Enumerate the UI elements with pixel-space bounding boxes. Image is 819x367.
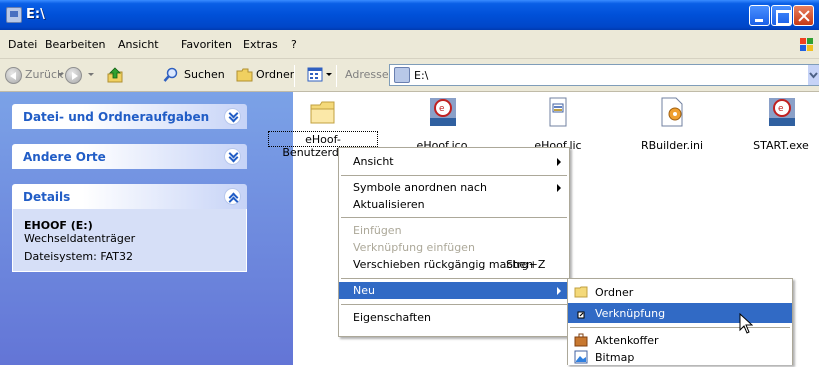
menu-item-shortcut: Strg+Z [506,258,546,271]
panel-title: Datei- und Ordneraufgaben [23,110,210,124]
menu-item-verknuepfung-einfuegen[interactable]: Verknüpfung einfügen [339,239,569,256]
mouse-cursor-icon [739,313,753,334]
folder-icon [310,101,335,124]
menu-item-einfuegen[interactable]: Einfügen [339,222,569,239]
drive-filesystem: Dateisystem: FAT32 [24,250,134,263]
drive-type: Wechseldatenträger [24,232,136,245]
file-item[interactable]: eHoof.lic [508,92,608,152]
menu-separator [341,217,567,218]
drive-icon[interactable] [6,7,22,23]
title-bar[interactable]: E:\ [0,0,819,30]
menu-separator [341,175,567,176]
submenu-arrow-icon [557,158,561,166]
back-dropdown-icon[interactable] [58,73,64,76]
file-item[interactable]: e eHoof.ico [392,92,492,152]
menu-bar: Datei Bearbeiten Ansicht Favoriten Extra… [0,30,819,59]
drive-name: EHOOF (E:) [24,219,93,232]
forward-arrow-icon[interactable] [65,67,82,84]
expand-chevron-icon[interactable] [224,108,241,125]
ehoof-icon: e [769,98,795,126]
menu-ansicht[interactable]: Ansicht [118,38,159,51]
forward-dropdown-icon[interactable] [88,73,94,76]
views-icon[interactable] [307,66,325,84]
svg-text:e: e [439,104,445,114]
menu-item-label: Verknüpfung einfügen [353,241,475,254]
expand-chevron-icon[interactable] [224,148,241,165]
menu-item-neu[interactable]: Neu [339,282,569,299]
panel-title: Details [23,190,71,204]
menu-item-label: Ordner [595,286,634,299]
maximize-button[interactable] [771,5,792,26]
file-name: START.exe [753,139,809,152]
search-button[interactable]: Suchen [184,68,225,81]
menu-bearbeiten[interactable]: Bearbeiten [45,38,105,51]
context-menu: Ansicht Symbole anordnen nach Aktualisie… [338,147,570,337]
menu-item-label: Bitmap [595,351,635,364]
submenu-arrow-icon [557,287,561,295]
file-name: RBuilder.ini [640,139,704,152]
minimize-button[interactable] [749,5,770,26]
menu-separator [341,304,567,305]
menu-item-eigenschaften[interactable]: Eigenschaften [339,309,569,326]
menu-item-verschieben-rueckgaengig[interactable]: Verschieben rückgängig machen Strg+Z [339,256,569,273]
menu-separator [341,278,567,279]
menu-item-symbole[interactable]: Symbole anordnen nach [339,179,569,196]
menu-item-label: Symbole anordnen nach [353,181,487,194]
menu-separator [570,327,790,328]
bitmap-icon [574,350,588,364]
back-arrow-icon[interactable] [5,67,22,84]
panel-details[interactable]: Details [12,184,247,209]
task-pane: Datei- und Ordneraufgaben Andere Orte De… [0,92,293,365]
submenu-neu: Ordner Verknüpfung Aktenkoffer Bitmap [567,278,793,365]
folder-icon [574,286,588,298]
up-folder-icon[interactable] [106,66,124,84]
menu-item-label: Eigenschaften [353,311,431,324]
address-label: Adresse [345,68,389,81]
file-item[interactable]: e START.exe [731,92,819,152]
address-input[interactable]: E:\ [389,64,819,86]
views-dropdown-icon[interactable] [326,73,332,76]
menu-help[interactable]: ? [291,38,297,51]
menu-item-label: Verknüpfung [595,307,666,320]
menu-extras[interactable]: Extras [243,38,278,51]
panel-title: Andere Orte [23,150,106,164]
windows-logo-icon [793,31,819,58]
address-value: E:\ [414,69,429,82]
folders-button[interactable]: Ordner [256,68,294,81]
toolbar-separator [294,65,295,87]
search-icon[interactable] [163,67,179,83]
details-body: EHOOF (E:) Wechseldatenträger Dateisyste… [12,209,247,272]
panel-file-tasks[interactable]: Datei- und Ordneraufgaben [12,104,247,129]
close-button[interactable] [793,5,814,26]
menu-item-aktualisieren[interactable]: Aktualisieren [339,196,569,213]
file-item[interactable]: RBuilder.ini [622,92,722,152]
menu-item-ansicht[interactable]: Ansicht [339,153,569,170]
drive-icon [394,67,410,83]
menu-datei[interactable]: Datei [8,38,37,51]
folders-icon[interactable] [236,68,253,82]
window-title: E:\ [26,7,45,22]
panel-other-places[interactable]: Andere Orte [12,144,247,169]
menu-favoriten[interactable]: Favoriten [181,38,232,51]
license-file-icon [549,97,567,127]
menu-item-label: Ansicht [353,155,394,168]
collapse-chevron-icon[interactable] [224,188,241,205]
submenu-item-ordner[interactable]: Ordner [568,282,792,302]
menu-item-label: Aktualisieren [353,198,425,211]
briefcase-icon [574,333,588,347]
ini-file-icon [661,97,683,127]
svg-text:e: e [778,104,784,114]
menu-item-label: Neu [353,284,375,297]
address-dropdown-icon[interactable] [808,65,819,85]
toolbar-separator [336,65,337,87]
toolbar: Zurück Suchen Ordner Adresse E:\ [0,59,819,92]
submenu-arrow-icon [557,184,561,192]
menu-item-label: Aktenkoffer [595,334,659,347]
menu-item-label: Einfügen [353,224,402,237]
file-name[interactable]: eHoof-Benutzerdaten [268,131,378,159]
shortcut-icon [577,311,585,319]
ehoof-icon: e [430,98,456,126]
submenu-item-bitmap[interactable]: Bitmap [568,347,792,367]
submenu-item-verknuepfung[interactable]: Verknüpfung [568,303,792,323]
